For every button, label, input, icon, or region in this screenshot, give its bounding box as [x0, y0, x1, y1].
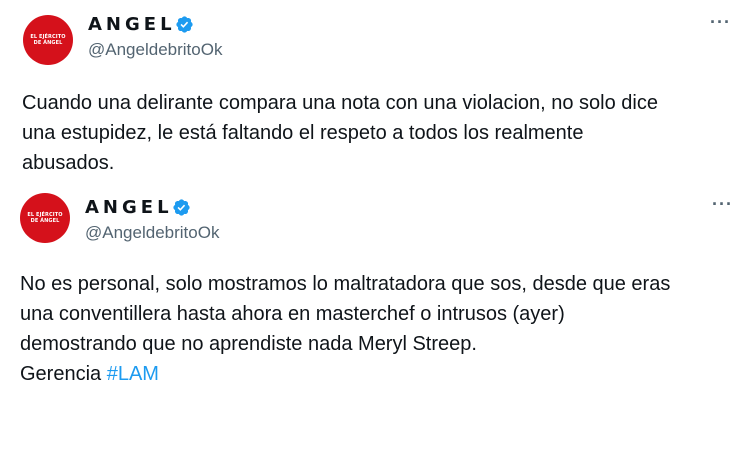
verified-badge-icon	[175, 16, 193, 33]
avatar-text-line-2: DE ÁNGEL	[33, 40, 63, 46]
avatar[interactable]: EL EJÉRCITO DE ÁNGEL	[23, 15, 73, 65]
avatar-text-line-2: DE ÁNGEL	[30, 218, 60, 224]
tweet-text-line: una estupidez, le está faltando el respe…	[22, 122, 584, 144]
author-handle[interactable]: @AngeldebritoOk	[88, 40, 222, 60]
display-name[interactable]: ANGEL	[85, 197, 173, 218]
display-name[interactable]: ANGEL	[88, 14, 176, 35]
tweet-text-line: Cuando una delirante compara una nota co…	[22, 92, 658, 114]
tweet-text-line: una conventillera hasta ahora en masterc…	[20, 303, 565, 325]
author-handle[interactable]: @AngeldebritoOk	[85, 223, 219, 243]
tweet-2: EL EJÉRCITO DE ÁNGEL ANGEL @Angeldebrito…	[0, 186, 752, 455]
author-name-row: ANGEL	[88, 14, 194, 35]
tweet-1: EL EJÉRCITO DE ÁNGEL ANGEL @Angeldebrito…	[0, 0, 752, 186]
tweet-text-line: No es personal, solo mostramos lo maltra…	[20, 273, 671, 295]
tweet-text-line: abusados.	[22, 152, 115, 174]
avatar[interactable]: EL EJÉRCITO DE ÁNGEL	[20, 193, 70, 243]
author-name-row: ANGEL	[85, 197, 191, 218]
tweet-signature-line: Gerencia #LAM	[20, 359, 735, 389]
more-options-icon[interactable]: ···	[710, 12, 731, 33]
hashtag-link[interactable]: #LAM	[107, 363, 159, 385]
tweet-text-line: demostrando que no aprendiste nada Meryl…	[20, 333, 477, 355]
tweet-text: No es personal, solo mostramos lo maltra…	[20, 269, 735, 389]
signature: Gerencia	[20, 363, 102, 385]
more-options-icon[interactable]: ···	[712, 194, 733, 215]
tweet-text: Cuando una delirante compara una nota co…	[22, 88, 722, 178]
verified-badge-icon	[172, 199, 190, 216]
